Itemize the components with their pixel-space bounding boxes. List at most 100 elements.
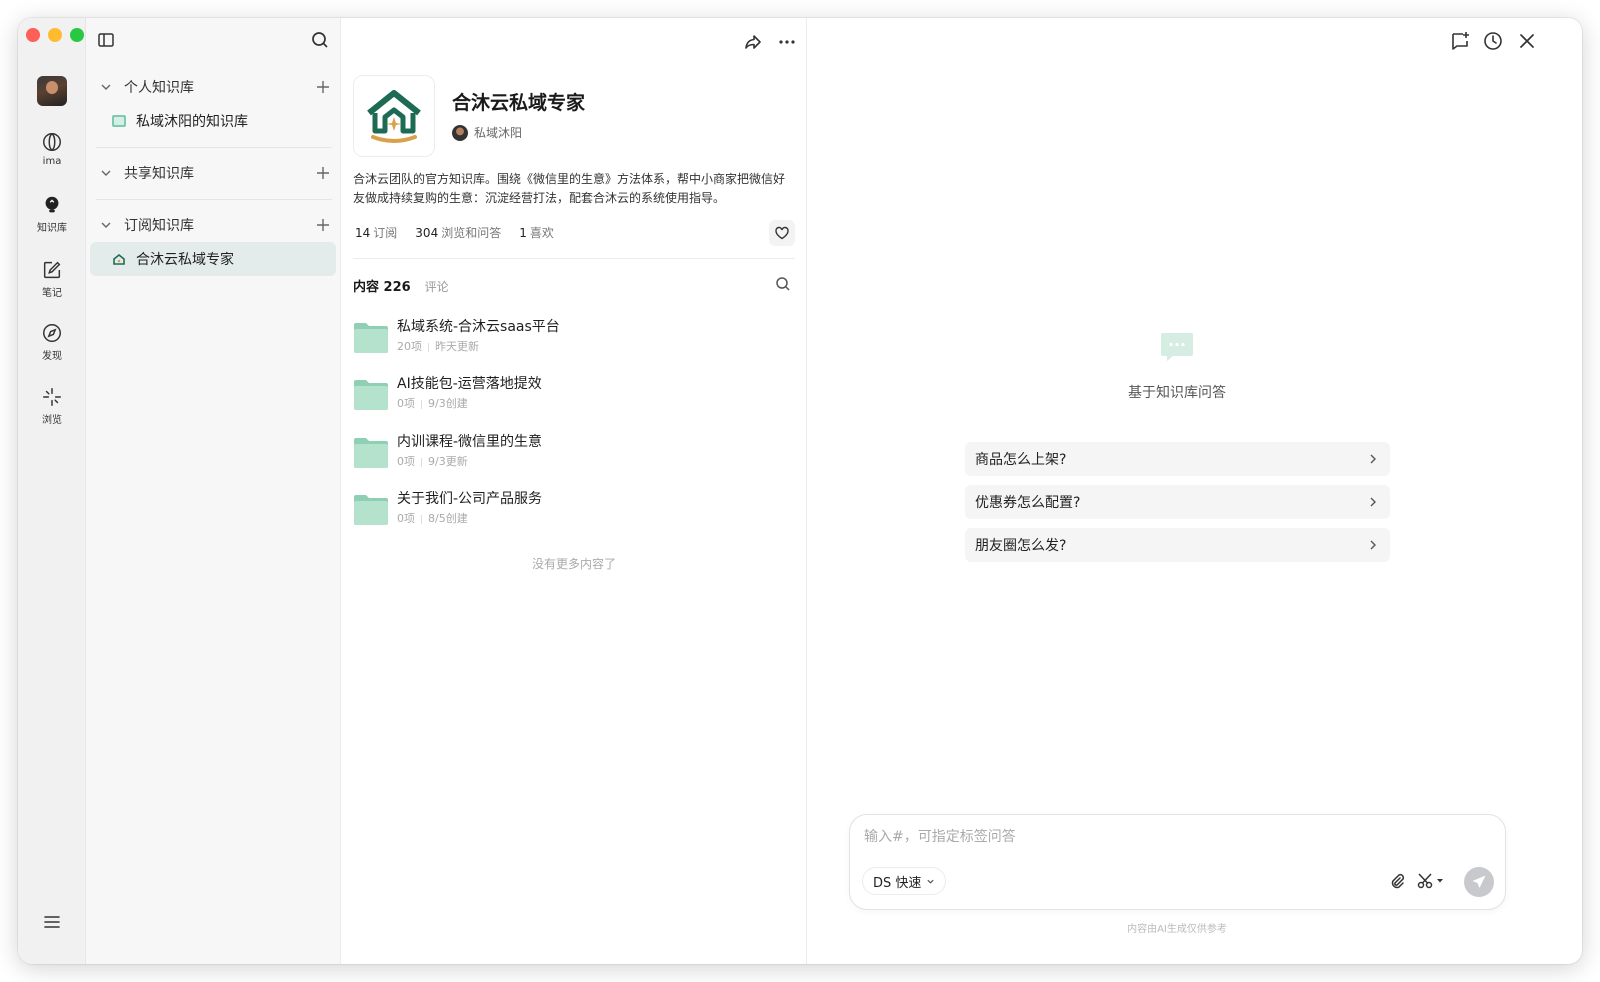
search-icon[interactable] [775, 276, 791, 292]
qa-title: 基于知识库问答 [1128, 385, 1226, 401]
chat-bubble-icon [1161, 333, 1193, 361]
rail-item-notes[interactable]: 笔记 [18, 259, 86, 299]
kb-logo-icon [113, 253, 125, 265]
minimize-window-button[interactable] [48, 28, 62, 42]
rail-label: 知识库 [37, 223, 67, 234]
folder-meta: 0项 9/3创建 [397, 397, 468, 410]
stat-subscribe: 14 订阅 [355, 226, 398, 240]
add-icon[interactable] [316, 218, 330, 232]
add-icon[interactable] [316, 80, 330, 94]
knowledge-bulb-icon [45, 196, 59, 213]
chat-input[interactable] [864, 825, 1484, 849]
send-icon [1472, 875, 1486, 888]
chat-input-box: DS 快速 [849, 814, 1506, 910]
kb-description: 合沐云团队的官方知识库。围绕《微信里的生意》方法体系，帮中小商家把微信好友做成持… [353, 172, 786, 205]
more-icon[interactable] [777, 32, 797, 52]
folder-meta: 0项 8/5创建 [397, 512, 468, 525]
list-item[interactable]: AI技能包-运营落地提效 0项 9/3创建 [353, 375, 793, 421]
folder-title: 私域系统-合沐云saas平台 [397, 319, 560, 335]
sparkle-icon [43, 388, 61, 406]
chevron-right-icon [1370, 540, 1376, 550]
rail-item-knowledge[interactable]: 知识库 [18, 194, 86, 234]
rail-item-discover[interactable]: 发现 [18, 322, 86, 362]
close-window-button[interactable] [26, 28, 40, 42]
suggested-question-text: 优惠券怎么配置? [975, 495, 1081, 511]
stat-views: 304 浏览和问答 [415, 226, 502, 240]
chevron-down-icon [927, 879, 935, 884]
ai-disclaimer: 内容由AI生成仅供参考 [1127, 924, 1227, 935]
ima-logo-icon [43, 133, 61, 151]
user-avatar[interactable] [37, 76, 67, 106]
suggested-question-text: 商品怎么上架? [975, 452, 1067, 468]
attach-icon[interactable] [1387, 871, 1407, 891]
rail-item-ima[interactable]: ima [18, 131, 86, 167]
heart-icon [775, 226, 789, 240]
rail-label: 笔记 [42, 288, 62, 299]
close-icon[interactable] [1516, 30, 1538, 52]
chevron-down-icon [101, 84, 111, 90]
suggested-question[interactable]: 朋友圈怎么发? [965, 528, 1390, 562]
folder-title: AI技能包-运营落地提效 [397, 376, 542, 392]
book-icon [112, 115, 126, 127]
folder-icon [354, 380, 388, 410]
divider [96, 199, 332, 200]
section-title: 订阅知识库 [124, 218, 194, 234]
folder-meta: 0项 9/3更新 [397, 455, 468, 468]
chevron-right-icon [1370, 497, 1376, 507]
new-chat-icon[interactable] [1449, 30, 1471, 52]
kb-logo [353, 75, 435, 157]
section-title: 个人知识库 [124, 80, 194, 96]
maximize-window-button[interactable] [70, 28, 84, 42]
model-label: DS 快速 [873, 875, 922, 891]
kb-author[interactable]: 私域沐阳 [452, 124, 522, 141]
section-shared[interactable]: 共享知识库 [100, 161, 330, 185]
app-window: ima 知识库 笔记 发现 浏览 个人知识库 私域沐阳的知识库 共享知识库 订阅… [18, 18, 1582, 964]
rail-label: ima [42, 156, 62, 167]
like-button[interactable] [769, 220, 795, 246]
folder-icon [354, 323, 388, 353]
scissors-dropdown-icon[interactable] [1416, 871, 1446, 891]
section-subscribed[interactable]: 订阅知识库 [100, 213, 330, 237]
list-item[interactable]: 私域系统-合沐云saas平台 20项 昨天更新 [353, 318, 793, 364]
folder-icon [354, 438, 388, 468]
chevron-down-icon [101, 222, 111, 228]
knowledge-detail-panel: 合沐云私域专家 私域沐阳 合沐云团队的官方知识库。围绕《微信里的生意》方法体系，… [341, 18, 807, 964]
kb-stats: 14 订阅 304 浏览和问答 1 喜欢 [355, 224, 554, 241]
history-icon[interactable] [1482, 30, 1504, 52]
note-edit-icon [43, 261, 61, 279]
rail-label: 发现 [42, 351, 62, 362]
section-personal[interactable]: 个人知识库 [100, 75, 330, 99]
rail-item-browse[interactable]: 浏览 [18, 386, 86, 426]
send-button[interactable] [1464, 867, 1494, 897]
share-icon[interactable] [743, 32, 763, 52]
list-item[interactable]: 内训课程-微信里的生意 0项 9/3更新 [353, 433, 793, 479]
suggested-question-text: 朋友圈怎么发? [975, 538, 1067, 554]
folder-icon [354, 495, 388, 525]
suggested-question[interactable]: 优惠券怎么配置? [965, 485, 1390, 519]
author-name: 私域沐阳 [474, 126, 523, 140]
sidebar-item-personal-kb[interactable]: 私域沐阳的知识库 [90, 104, 336, 138]
folder-meta: 20项 昨天更新 [397, 340, 479, 353]
add-icon[interactable] [316, 166, 330, 180]
sidebar-item-label: 私域沐阳的知识库 [136, 114, 248, 130]
rail-label: 浏览 [42, 415, 62, 426]
toggle-sidebar-icon[interactable] [96, 30, 116, 50]
no-more-text: 没有更多内容了 [531, 557, 616, 571]
tab-content[interactable]: 内容 226 [353, 276, 411, 295]
tab-comments[interactable]: 评论 [425, 278, 449, 295]
sidebar-item-subscribed-kb[interactable]: 合沐云私域专家 [90, 242, 336, 276]
chevron-right-icon [1370, 454, 1376, 464]
chevron-down-icon [101, 170, 111, 176]
knowledge-sidebar: 个人知识库 私域沐阳的知识库 共享知识库 订阅知识库 合沐云私域专家 [86, 18, 341, 964]
list-item[interactable]: 关于我们-公司产品服务 0项 8/5创建 [353, 490, 793, 536]
stat-likes: 1 喜欢 [519, 226, 554, 240]
suggested-question[interactable]: 商品怎么上架? [965, 442, 1390, 476]
divider [353, 258, 795, 259]
menu-icon[interactable] [42, 912, 62, 932]
search-icon[interactable] [310, 30, 330, 50]
folder-title: 内训课程-微信里的生意 [397, 434, 543, 450]
sidebar-item-label: 合沐云私域专家 [136, 252, 234, 268]
model-selector[interactable]: DS 快速 [862, 867, 947, 895]
folder-title: 关于我们-公司产品服务 [397, 491, 543, 507]
author-avatar [452, 124, 468, 141]
